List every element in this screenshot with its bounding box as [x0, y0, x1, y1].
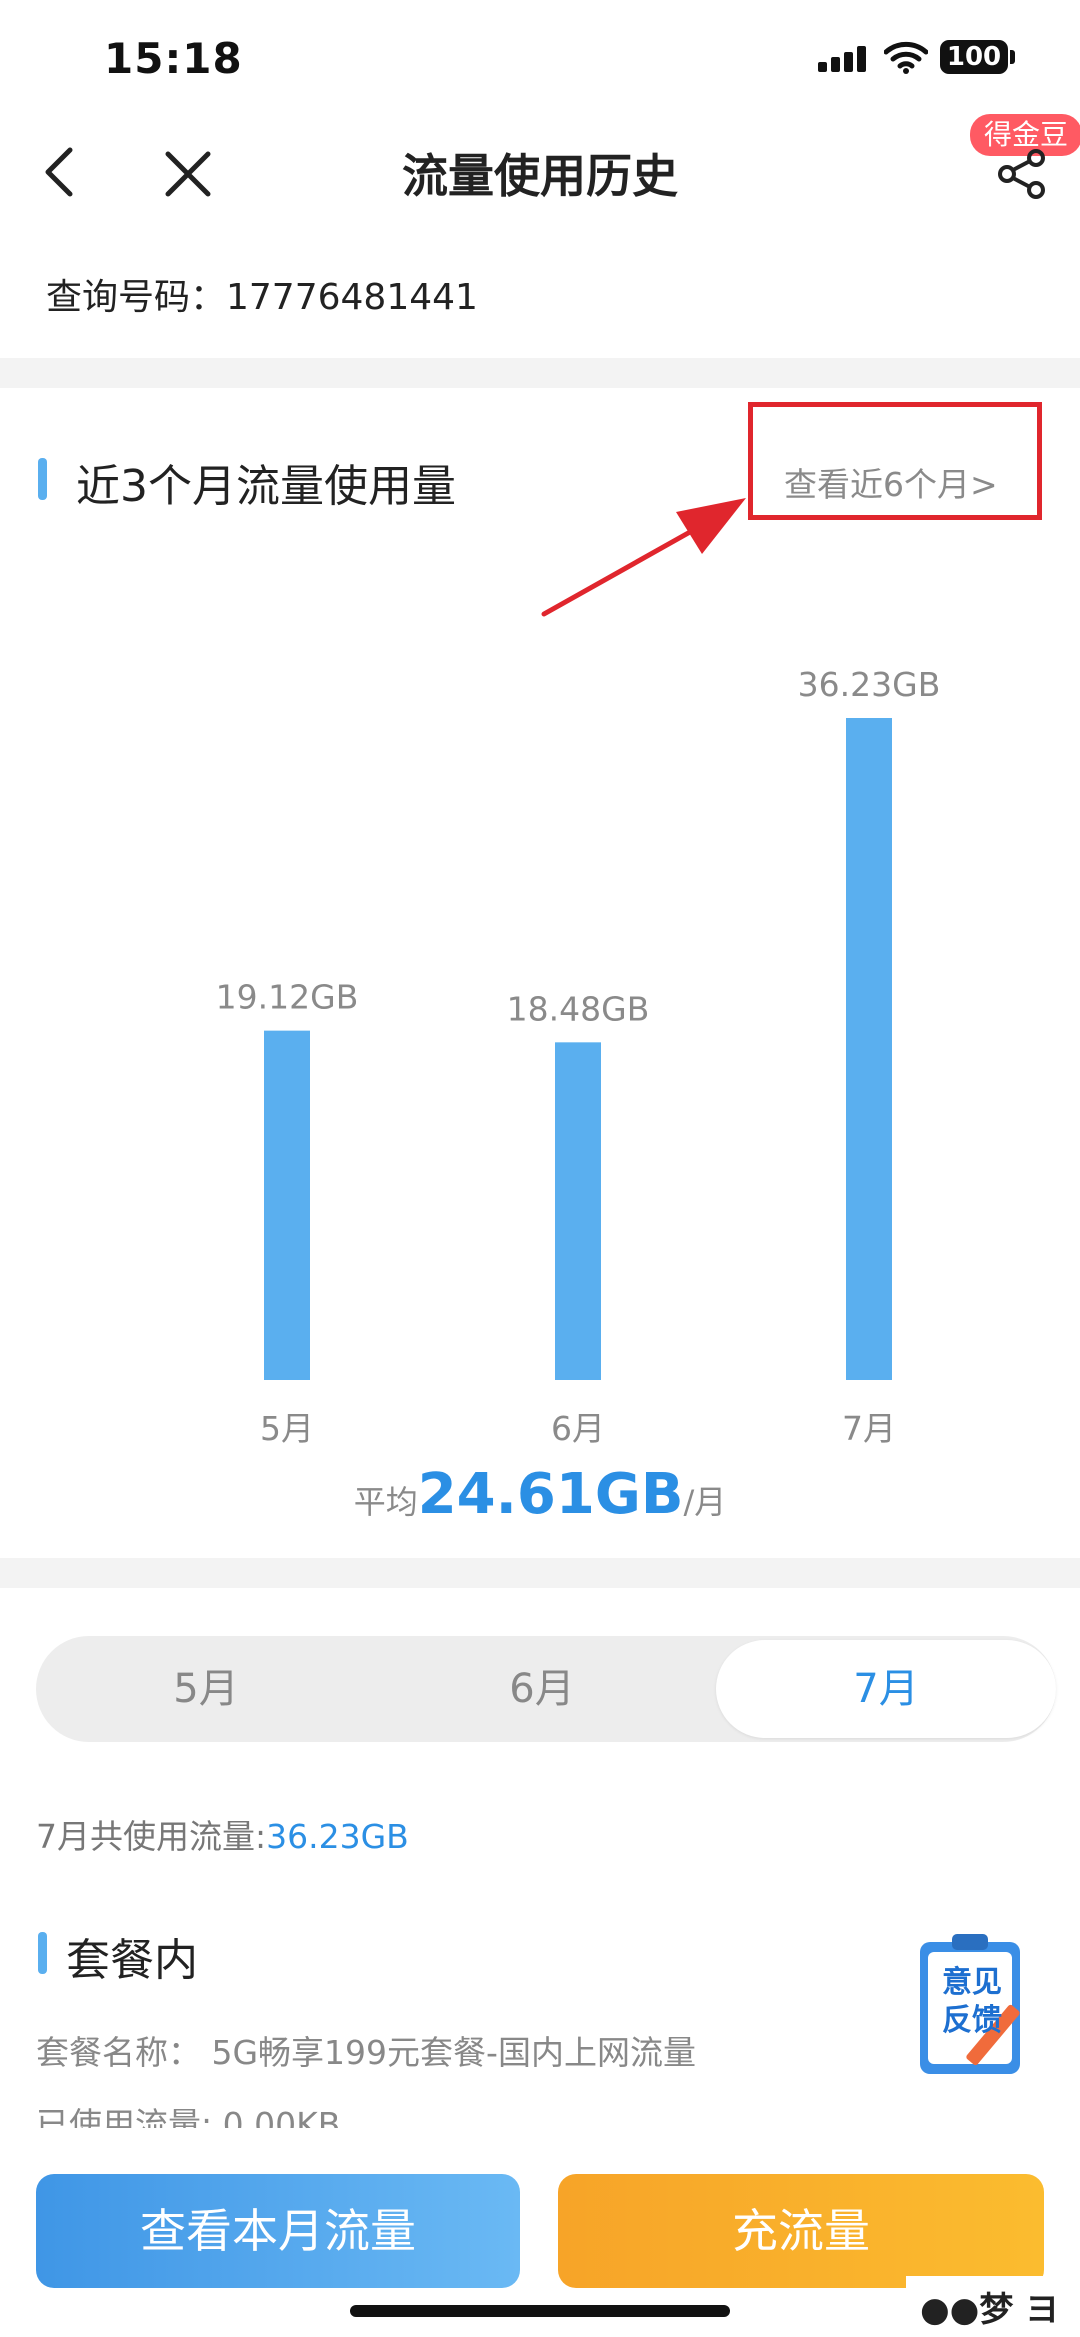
month-tabs: 5月 6月 7月: [36, 1636, 1056, 1742]
share-icon[interactable]: [996, 148, 1048, 200]
section-title-recent: 近3个月流量使用量: [76, 461, 456, 512]
query-number: 查询号码：17776481441: [46, 277, 478, 318]
status-time: 15:18: [104, 34, 243, 83]
bar-2: [555, 1042, 601, 1380]
section-title-package: 套餐内: [66, 1935, 198, 1986]
tab-may[interactable]: 5月: [36, 1636, 376, 1742]
category-label: 5月: [260, 1409, 314, 1448]
bar-3: [846, 718, 892, 1380]
month-total-usage: 7月共使用流量:36.23GB: [36, 1810, 409, 1858]
recharge-data-button[interactable]: 充流量: [558, 2174, 1044, 2288]
month-total-value: 36.23GB: [266, 1817, 409, 1856]
used-traffic: 已使用流量: 0.00KB: [36, 2105, 341, 2128]
battery-tip: [1010, 50, 1015, 64]
highlight-box: [748, 402, 1042, 520]
category-label: 6月: [551, 1409, 605, 1448]
cellular-signal-icon: [818, 46, 866, 72]
category-label: 7月: [842, 1409, 896, 1448]
month-total-label: 7月共使用流量:: [36, 1817, 267, 1856]
feedback-line1: 意见: [942, 1965, 1002, 2000]
section-marker: [38, 458, 47, 500]
battery-indicator: 100: [940, 40, 1008, 74]
page-title: 流量使用历史: [402, 149, 678, 203]
average-usage: 平均24.61GB/月: [0, 1462, 1080, 1527]
average-value: 24.61GB: [417, 1462, 684, 1527]
bar-value-label: 18.48GB: [507, 989, 650, 1028]
tab-july[interactable]: 7月: [716, 1640, 1056, 1738]
watermark-logo: ●●梦 ヨ: [906, 2276, 1080, 2337]
bar-1: [264, 1030, 310, 1380]
average-prefix: 平均: [353, 1483, 418, 1521]
section-divider: [0, 1558, 1080, 1588]
home-indicator[interactable]: [350, 2305, 730, 2317]
tab-june[interactable]: 6月: [372, 1636, 712, 1742]
wifi-icon: [884, 41, 928, 74]
package-name: 套餐名称： 5G畅享199元套餐-国内上网流量: [36, 2033, 696, 2072]
bar-value-label: 19.12GB: [216, 978, 359, 1017]
feedback-line2: 反馈: [942, 2003, 1002, 2038]
feedback-button[interactable]: 意见 反馈: [916, 1930, 1028, 2080]
section-marker: [38, 1932, 47, 1974]
usage-bar-chart: 19.12GB 5月 18.48GB 6月 36.23GB 7月: [216, 665, 941, 1448]
bar-value-label: 36.23GB: [798, 665, 941, 704]
check-month-usage-button[interactable]: 查看本月流量: [36, 2174, 520, 2288]
section-divider: [0, 358, 1080, 388]
average-suffix: /月: [683, 1483, 727, 1521]
